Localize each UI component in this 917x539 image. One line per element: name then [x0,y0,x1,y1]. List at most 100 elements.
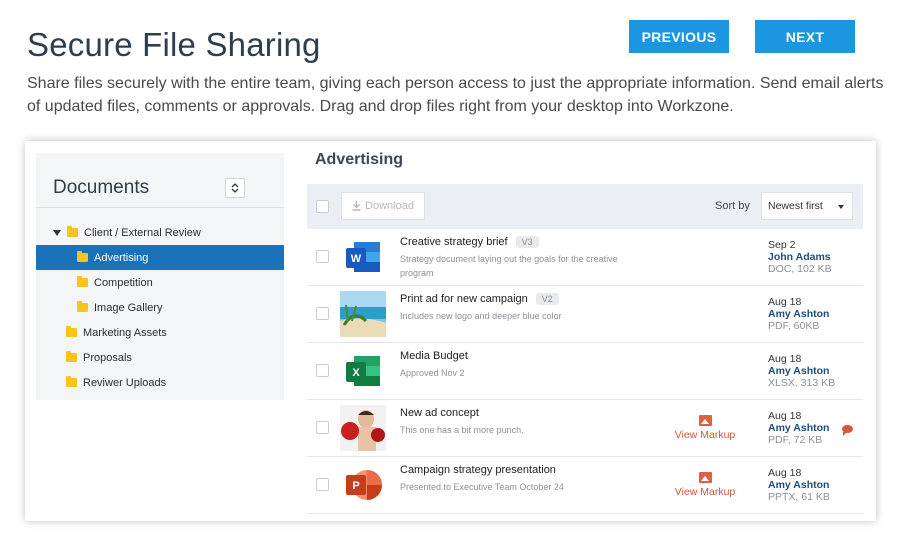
file-name[interactable]: Media Budget [400,350,468,362]
excel-icon: X [346,356,380,386]
file-size: PDF, 60KB [768,320,820,332]
collapse-toggle-button[interactable] [225,178,245,198]
folder-icon [77,276,88,287]
file-name-text[interactable]: Campaign strategy presentation [400,464,556,476]
beach-photo-thumbnail [340,291,386,337]
app-screenshot-frame: Documents Client / External Review Adver… [25,141,876,521]
file-description: Includes new logo and deeper blue color [400,311,562,321]
folder-client-external-review[interactable]: Client / External Review [36,220,284,245]
row-checkbox[interactable] [316,250,329,263]
folder-icon [66,376,77,387]
file-description: This one has a bit more punch. [400,425,524,435]
folder-marketing-assets[interactable]: Marketing Assets [36,320,284,345]
sidebar-divider [36,207,284,208]
file-meta: Aug 18 Amy Ashton PDF, 72 KB [768,410,829,446]
folder-label: Reviwer Uploads [83,376,167,389]
markup-label[interactable]: View Markup [675,429,736,441]
page-title: Secure File Sharing [27,26,321,63]
file-size: XLSX, 313 KB [768,377,836,389]
file-size: DOC, 102 KB [768,263,832,275]
file-name-text[interactable]: New ad concept [400,407,479,419]
row-checkbox[interactable] [316,421,329,434]
folder-label: Client / External Review [84,226,201,239]
sort-select[interactable]: Newest first [761,192,853,220]
file-toolbar: Download Sort by Newest first [307,184,863,229]
folder-icon [77,301,88,312]
file-meta: Aug 18 Amy Ashton XLSX, 313 KB [768,353,835,389]
folder-title: Advertising [315,151,404,168]
row-checkbox[interactable] [316,478,329,491]
folder-proposals[interactable]: Proposals [36,345,284,370]
file-name[interactable]: New ad concept [400,407,479,419]
file-row[interactable]: New ad concept This one has a bit more p… [307,400,863,457]
file-date: Aug 18 [768,296,802,308]
comment-icon[interactable] [842,425,853,436]
sidebar-title: Documents [53,177,150,198]
folder-icon [67,226,78,237]
powerpoint-icon: P [346,470,382,500]
image-markup-icon [698,472,712,483]
file-owner[interactable]: Amy Ashton [768,479,830,491]
file-row[interactable]: W Creative strategy brief V3 Strategy do… [307,229,863,286]
sort-label: Sort by [715,200,750,212]
file-name-text[interactable]: Media Budget [400,350,468,362]
view-markup-link[interactable]: View Markup [672,472,738,498]
row-checkbox[interactable] [316,307,329,320]
svg-text:P: P [352,480,359,492]
sort-value: Newest first [768,200,823,212]
folder-label: Image Gallery [94,301,163,314]
file-row[interactable]: P Campaign strategy presentation Present… [307,457,863,514]
file-name[interactable]: Campaign strategy presentation [400,464,556,476]
folder-advertising[interactable]: Advertising [36,245,284,270]
file-date: Sep 2 [768,239,796,251]
file-description: Strategy document laying out the goals f… [400,254,618,278]
documents-sidebar: Documents Client / External Review Adver… [36,153,284,400]
folder-reviewer-uploads[interactable]: Reviwer Uploads [36,370,284,395]
file-name-text[interactable]: Print ad for new campaign [400,293,528,305]
folder-icon [77,251,88,262]
folder-label: Marketing Assets [83,326,167,339]
folder-icon [66,326,77,337]
file-name-text[interactable]: Creative strategy brief [400,236,508,248]
boxer-photo-thumbnail [340,405,386,451]
folder-label: Proposals [83,351,132,364]
file-row[interactable]: Print ad for new campaign V2 Includes ne… [307,286,863,343]
next-button[interactable]: NEXT [755,20,855,53]
file-size: PDF, 72 KB [768,434,823,446]
row-checkbox[interactable] [316,364,329,377]
folder-label: Advertising [94,251,149,264]
download-label: Download [365,200,414,212]
file-name[interactable]: Creative strategy brief V3 [400,236,539,248]
folder-competition[interactable]: Competition [36,270,284,295]
download-button[interactable]: Download [341,192,425,220]
file-owner[interactable]: John Adams [768,251,832,263]
download-icon [352,201,361,211]
dropdown-arrow-icon [838,205,844,209]
markup-label[interactable]: View Markup [675,486,736,498]
file-size: PPTX, 61 KB [768,491,830,503]
file-date: Aug 18 [768,353,802,365]
file-row[interactable]: X Media Budget Approved Nov 2 Aug 18 Amy… [307,343,863,400]
file-description: Approved Nov 2 [400,368,465,378]
previous-button[interactable]: PREVIOUS [629,20,729,53]
folder-image-gallery[interactable]: Image Gallery [36,295,284,320]
file-description: Presented to Executive Team October 24 [400,482,564,492]
file-meta: Sep 2 John Adams DOC, 102 KB [768,239,832,275]
version-badge: V3 [515,236,539,248]
folder-label: Competition [94,276,153,289]
file-owner[interactable]: Amy Ashton [768,422,829,434]
file-owner[interactable]: Amy Ashton [768,365,835,377]
file-date: Aug 18 [768,410,802,422]
word-icon: W [346,242,380,272]
version-badge: V2 [535,293,559,305]
select-all-checkbox[interactable] [316,200,329,213]
expand-collapse-icon [231,183,239,193]
caret-down-icon[interactable] [53,229,61,236]
svg-text:W: W [351,253,362,265]
view-markup-link[interactable]: View Markup [672,415,738,441]
page-description: Share files securely with the entire tea… [27,75,884,115]
file-name[interactable]: Print ad for new campaign V2 [400,293,559,305]
image-markup-icon [698,415,712,426]
file-meta: Aug 18 Amy Ashton PPTX, 61 KB [768,467,830,503]
file-owner[interactable]: Amy Ashton [768,308,829,320]
